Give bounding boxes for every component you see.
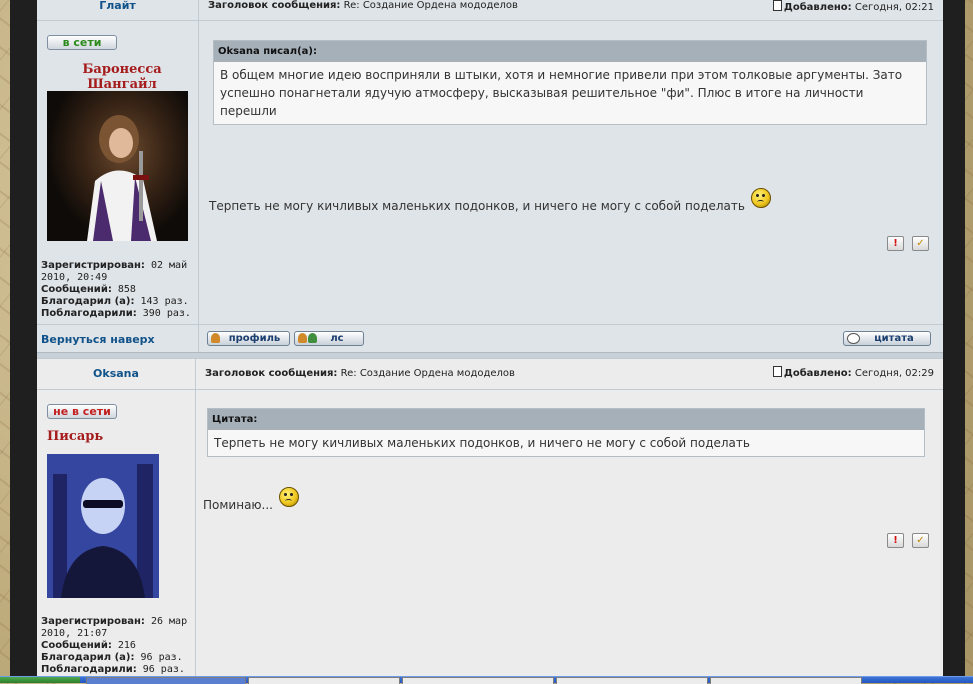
avatar-image (87, 115, 157, 241)
profile-icon (211, 333, 220, 343)
offline-status-badge: не в сети (47, 404, 117, 419)
taskbar-item[interactable] (86, 677, 246, 684)
speech-bubble-icon (847, 333, 860, 344)
quote-block: Цитата: Терпеть не могу кичливых маленьк… (207, 408, 925, 457)
post-subject-bar: Заголовок сообщения: Re: Создание Ордена… (196, 358, 943, 390)
report-icon[interactable]: ! (887, 533, 904, 548)
post-message: Поминаю... (203, 487, 299, 512)
post: Глайт в сети Баронесса Шангайл Зарегистр… (37, 0, 943, 352)
post-link-icon[interactable] (772, 0, 782, 11)
user-info: Зарегистрирован: 26 мар 2010, 21:07 Сооб… (41, 616, 188, 675)
user-rank: Баронесса Шангайл (82, 62, 162, 92)
user-info: Зарегистрирован: 02 май 2010, 20:49 Сооб… (41, 260, 191, 319)
avatar (47, 454, 159, 598)
back-to-top-link[interactable]: Вернуться наверх (41, 333, 155, 346)
user-icon (298, 333, 307, 343)
post-link-icon[interactable] (772, 366, 782, 377)
profile-button[interactable]: профиль (207, 331, 290, 346)
quote-header: Цитата: (208, 409, 924, 430)
start-button[interactable] (0, 677, 80, 683)
user-rank: Писарь (47, 429, 104, 444)
quote-body: В общем многие идею восприняли в штыки, … (220, 68, 903, 118)
avatar (47, 91, 188, 241)
post-date: Добавлено: Сегодня, 02:21 (772, 0, 934, 14)
forum-board: Глайт в сети Баронесса Шангайл Зарегистр… (37, 0, 943, 676)
post-author-column: Oksana не в сети Писарь Зарегистрирован:… (37, 358, 196, 676)
online-status-badge: в сети (47, 35, 117, 50)
private-message-button[interactable]: лс (294, 331, 364, 346)
taskbar-item[interactable] (710, 677, 862, 684)
user-icon (308, 333, 317, 343)
post-subject: Заголовок сообщения: Re: Создание Ордена… (205, 368, 515, 379)
post-author-name[interactable]: Oksana (37, 358, 195, 390)
post-subject: Заголовок сообщения: Re: Создание Ордена… (208, 0, 518, 11)
post-body-column: Заголовок сообщения: Re: Создание Ордена… (199, 0, 943, 352)
taskbar-item[interactable] (402, 677, 554, 684)
quote-body: Терпеть не могу кичливых маленьких подон… (214, 436, 750, 450)
post-message: Терпеть не могу кичливых маленьких подон… (209, 188, 771, 213)
taskbar-item[interactable] (248, 677, 400, 684)
thanks-icon[interactable]: ✓ (912, 236, 929, 251)
post-body-column: Заголовок сообщения: Re: Создание Ордена… (196, 358, 943, 676)
smiley-icon (278, 487, 299, 507)
smiley-icon (750, 188, 771, 208)
post-author-column: Глайт в сети Баронесса Шангайл Зарегистр… (37, 0, 199, 352)
post-date: Добавлено: Сегодня, 02:29 (772, 359, 934, 389)
report-icon[interactable]: ! (887, 236, 904, 251)
taskbar-item[interactable] (556, 677, 708, 684)
post-author-name[interactable]: Глайт (37, 0, 198, 21)
avatar-image (47, 454, 159, 598)
thanks-icon[interactable]: ✓ (912, 533, 929, 548)
post-subject-bar: Заголовок сообщения: Re: Создание Ордена… (199, 0, 943, 21)
post: Oksana не в сети Писарь Зарегистрирован:… (37, 358, 943, 676)
quote-button[interactable]: цитата (843, 331, 931, 346)
divider (37, 324, 943, 325)
quote-block: Oksana писал(а): В общем многие идею вос… (213, 40, 927, 125)
quote-header: Oksana писал(а): (214, 41, 926, 62)
